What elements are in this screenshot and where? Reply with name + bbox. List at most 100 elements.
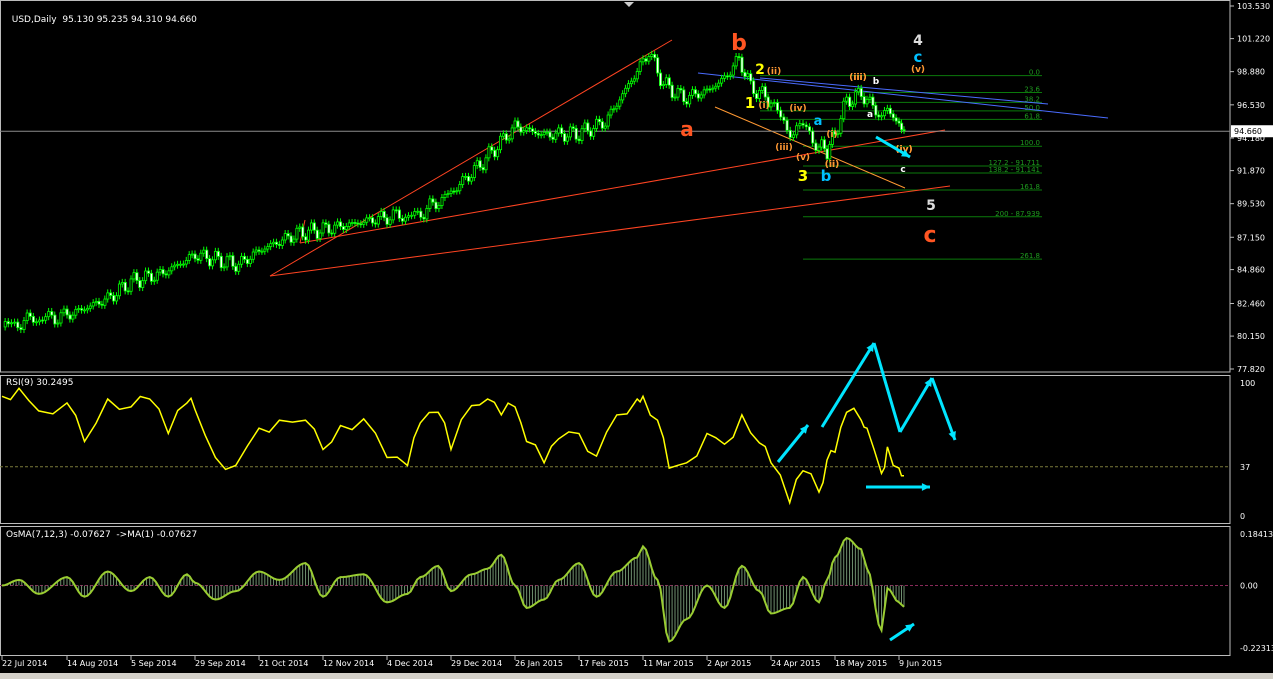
- price-candle-body: [155, 271, 159, 281]
- price-candle-body: [266, 246, 270, 250]
- price-candle-body: [353, 222, 357, 224]
- price-candle-body: [173, 264, 177, 268]
- price-candle-body: [407, 215, 411, 218]
- price-candle-body: [531, 128, 535, 132]
- price-candle-body: [650, 53, 654, 57]
- price-candle-body: [53, 314, 57, 325]
- osma-tick-label: 0.18413: [1240, 530, 1273, 539]
- wave-label: b: [731, 31, 747, 56]
- price-candle-body: [554, 132, 558, 140]
- price-candle-body: [522, 130, 526, 133]
- price-candle-body: [289, 235, 293, 243]
- price-candle-body: [83, 309, 87, 312]
- price-candle-body: [577, 138, 581, 141]
- price-candle-body: [31, 316, 35, 323]
- price-candle-body: [330, 232, 334, 235]
- price-candle-body: [632, 78, 636, 82]
- x-axis-label: 24 Apr 2015: [771, 659, 820, 668]
- scroll-strip[interactable]: [0, 673, 1273, 679]
- price-candle-body: [443, 193, 447, 198]
- price-candle-body: [464, 176, 468, 178]
- price-candle-body: [897, 120, 901, 124]
- rsi-arrow-6-head: [921, 483, 930, 491]
- fibo-level-label: 61.8: [1024, 112, 1040, 120]
- price-candle-body: [752, 80, 756, 95]
- price-candle-body: [222, 266, 226, 269]
- x-axis-label: 11 Mar 2015: [643, 659, 694, 668]
- price-candle-body: [170, 266, 174, 272]
- price-candle-body: [848, 96, 852, 107]
- price-candle-body: [691, 89, 695, 96]
- price-candle-body: [135, 272, 139, 281]
- price-candle-body: [825, 148, 829, 160]
- price-candle-body: [144, 270, 148, 282]
- price-candle-body: [373, 222, 377, 225]
- price-candle-body: [44, 316, 48, 321]
- price-candle-body: [740, 56, 744, 73]
- price-candle-body: [272, 241, 276, 245]
- price-candle-body: [109, 292, 113, 296]
- price-candle-body: [504, 133, 508, 141]
- price-candle-body: [181, 263, 185, 266]
- price-candle-body: [413, 211, 417, 216]
- price-candle-body: [100, 303, 104, 306]
- price-candle-body: [519, 126, 523, 133]
- price-candle-body: [347, 222, 351, 227]
- rsi-tick-label: 100: [1240, 379, 1255, 388]
- price-candle-body: [469, 177, 473, 182]
- price-candle-body: [385, 217, 389, 225]
- price-candle-body: [62, 308, 66, 314]
- price-candle-body: [455, 190, 459, 193]
- price-candle-body: [428, 198, 432, 209]
- price-candle-body: [667, 77, 671, 86]
- wave-label: 5: [926, 198, 936, 214]
- price-candle-body: [400, 218, 404, 222]
- price-tick-label: 82.460: [1237, 299, 1265, 308]
- price-candle-body: [34, 321, 38, 324]
- chart-canvas[interactable]: 103.530101.22098.88096.53094.18091.87089…: [0, 0, 1273, 679]
- price-candle-body: [580, 128, 584, 141]
- price-candle-body: [731, 65, 735, 76]
- price-candle-body: [179, 263, 183, 266]
- price-candle-body: [725, 75, 729, 78]
- price-candle-body: [845, 96, 849, 102]
- price-candle-body: [50, 311, 54, 316]
- price-candle-body: [219, 255, 223, 269]
- price-candle-body: [817, 146, 821, 151]
- price-candle-body: [621, 93, 625, 101]
- price-candle-body: [307, 229, 311, 241]
- price-candle-body: [88, 305, 92, 309]
- price-candle-body: [269, 243, 273, 248]
- price-tick-label: 80.150: [1237, 332, 1265, 341]
- price-candle-body: [589, 130, 593, 137]
- wave-label: (ii): [825, 160, 839, 170]
- price-candle-body: [525, 127, 529, 131]
- price-candle-body: [877, 114, 881, 118]
- price-candle-body: [583, 122, 587, 130]
- price-candle-body: [874, 104, 878, 116]
- osma-signal-line: [1, 536, 905, 643]
- price-candle-body: [557, 127, 561, 134]
- price-candle-body: [339, 221, 343, 227]
- price-panel-title: USD,Daily 95.130 95.235 94.310 94.660: [6, 5, 197, 25]
- price-candle-body: [664, 77, 668, 85]
- price-candle-body: [853, 91, 857, 105]
- rsi-arrow-2: [820, 342, 876, 428]
- osma-panel-frame: [0, 526, 1231, 656]
- trend-line-upper: [269, 39, 673, 277]
- wave-label: 3: [798, 167, 808, 185]
- x-axis-label: 26 Jan 2015: [515, 659, 563, 668]
- price-candle-body: [653, 53, 657, 59]
- price-candle-body: [568, 126, 572, 138]
- price-candle-body: [382, 211, 386, 219]
- price-candle-body: [862, 96, 866, 105]
- price-candle-body: [97, 300, 101, 305]
- wave-label: (v): [911, 65, 925, 75]
- price-candle-body: [304, 236, 308, 241]
- price-candle-body: [638, 61, 642, 72]
- price-candle-body: [129, 278, 133, 292]
- price-tick-label: 101.220: [1237, 35, 1270, 44]
- wave-label: a: [814, 114, 823, 129]
- price-candle-body: [461, 176, 465, 185]
- price-candle-body: [301, 226, 305, 238]
